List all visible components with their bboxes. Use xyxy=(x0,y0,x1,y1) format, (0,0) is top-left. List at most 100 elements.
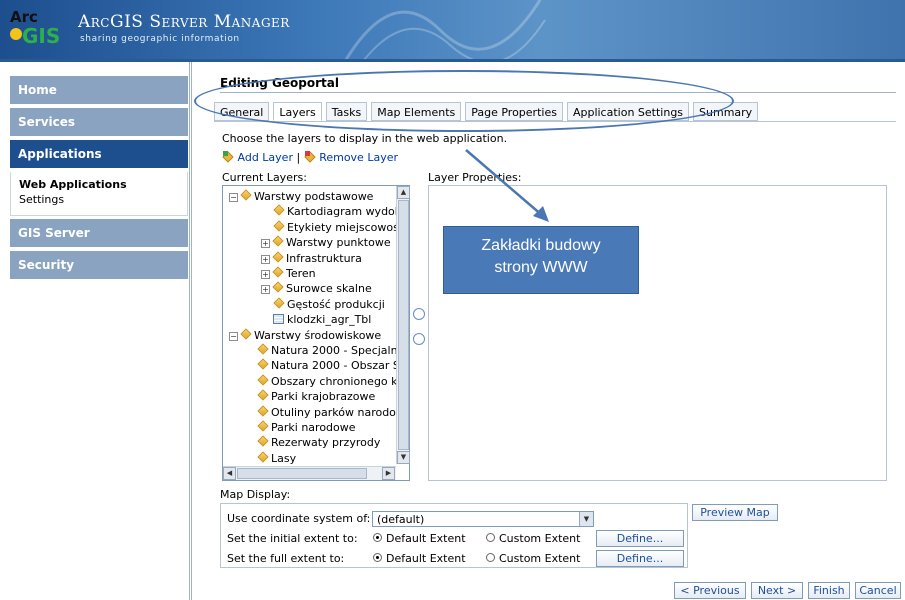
layer-tree-item[interactable]: + Warstwy punktowe xyxy=(261,235,391,252)
layer-icon xyxy=(272,281,284,294)
layer-icon xyxy=(240,327,252,340)
layer-tree-item[interactable]: + Infrastruktura xyxy=(261,250,362,268)
layer-tree-item[interactable]: Parki krajobrazowe xyxy=(257,389,375,406)
sidebar: Home Services Applications Web Applicati… xyxy=(0,62,192,600)
chevron-down-icon[interactable]: ▼ xyxy=(579,512,593,526)
hscroll-thumb[interactable] xyxy=(237,468,367,479)
layer-icon xyxy=(257,451,269,463)
full-default-extent-label: Default Extent xyxy=(386,552,466,565)
logo-gis-text: GIS xyxy=(22,24,61,48)
layer-icon xyxy=(273,297,285,309)
nav-security[interactable]: Security xyxy=(10,251,188,279)
cancel-button[interactable]: Cancel xyxy=(855,582,901,599)
layer-label: Etykiety miejscowoś xyxy=(287,220,399,234)
callout-box: Zakładki budowy strony WWW xyxy=(443,226,639,294)
layer-label: klodzki_agr_Tbl xyxy=(287,313,372,327)
layer-tree-item[interactable]: Natura 2000 - Obszar S xyxy=(257,358,400,375)
table-icon xyxy=(273,314,284,325)
initial-custom-extent-radio[interactable] xyxy=(486,533,495,542)
vscroll-thumb[interactable] xyxy=(398,200,409,450)
add-layer-icon xyxy=(222,151,234,163)
nav-services[interactable]: Services xyxy=(10,108,188,136)
previous-button[interactable]: < Previous xyxy=(674,582,746,599)
layer-icon xyxy=(272,266,284,278)
collapse-icon[interactable]: − xyxy=(229,193,238,202)
actions-separator: | xyxy=(296,151,301,164)
move-layer-down-icon[interactable] xyxy=(413,333,425,345)
layer-tree-item[interactable]: Natura 2000 - Specjalne xyxy=(257,343,404,360)
applications-submenu: Web Applications Settings xyxy=(10,172,188,216)
scroll-up-icon[interactable]: ▲ xyxy=(397,186,410,199)
remove-layer-icon xyxy=(303,151,316,163)
layer-label: Gęstość produkcji xyxy=(287,297,385,311)
layer-tree-item[interactable]: Etykiety miejscowoś xyxy=(273,220,399,237)
layer-tree-item[interactable]: Kartodiagram wydob xyxy=(273,204,402,221)
arcgis-logo: Arc GIS xyxy=(10,8,70,50)
next-button[interactable]: Next > xyxy=(751,582,803,599)
layer-label: Surowce skalne xyxy=(286,282,372,296)
layer-tree-hscrollbar[interactable]: ◀ ▶ xyxy=(223,466,396,480)
expand-icon[interactable]: + xyxy=(261,270,270,279)
nav-applications[interactable]: Applications xyxy=(10,140,188,168)
initial-custom-extent-label: Custom Extent xyxy=(499,532,581,545)
expand-icon[interactable]: + xyxy=(261,254,270,264)
initial-define-button[interactable]: Define... xyxy=(596,530,684,547)
layer-icon xyxy=(257,404,269,417)
layer-tree-item[interactable]: klodzki_agr_Tbl xyxy=(273,313,371,329)
finish-button[interactable]: Finish xyxy=(808,582,850,599)
layer-label: Otuliny parków narodow xyxy=(271,405,405,419)
initial-default-extent-label: Default Extent xyxy=(386,532,466,545)
coordinate-system-select[interactable]: (default) ▼ xyxy=(372,511,594,527)
layer-icon xyxy=(257,358,269,371)
nav-gis-server[interactable]: GIS Server xyxy=(10,219,188,247)
instructions-text: Choose the layers to display in the web … xyxy=(222,132,508,145)
nav-home[interactable]: Home xyxy=(10,76,188,104)
layer-label: Obszary chronionego kr xyxy=(271,374,403,388)
nav-settings[interactable]: Settings xyxy=(19,193,187,206)
full-default-extent-radio[interactable] xyxy=(373,553,382,562)
layer-label: Teren xyxy=(286,267,316,280)
layer-tree-item[interactable]: − Warstwy środowiskowe xyxy=(229,327,381,345)
product-tagline: sharing geographic information xyxy=(80,34,240,44)
layer-tree[interactable]: − Warstwy podstawowe Kartodiagram wydob Ety… xyxy=(222,185,410,481)
full-custom-extent-radio[interactable] xyxy=(486,553,495,562)
layer-tree-item[interactable]: + Surowce skalne xyxy=(261,281,372,298)
app-header: Arc GIS ArcGIS Server Manager sharing ge… xyxy=(0,0,905,62)
layer-icon xyxy=(257,389,269,401)
add-layer-link[interactable]: Add Layer xyxy=(238,151,293,164)
layer-icon xyxy=(257,343,269,355)
globe-icon xyxy=(10,28,22,40)
move-layer-up-icon[interactable] xyxy=(413,308,425,320)
layer-icon xyxy=(257,435,269,448)
full-extent-label: Set the full extent to: xyxy=(227,552,345,565)
product-title: ArcGIS Server Manager xyxy=(78,12,290,32)
callout-line2: strony WWW xyxy=(494,259,588,276)
preview-map-button[interactable]: Preview Map xyxy=(692,504,778,521)
layer-tree-item[interactable]: Otuliny parków narodow xyxy=(257,404,405,422)
callout-line1: Zakładki budowy xyxy=(481,237,601,254)
callout-highlight-ellipse xyxy=(194,70,734,132)
scroll-down-icon[interactable]: ▼ xyxy=(397,451,410,464)
scroll-right-icon[interactable]: ▶ xyxy=(382,467,395,480)
nav-web-applications[interactable]: Web Applications xyxy=(19,178,187,191)
layer-icon xyxy=(240,189,252,201)
layer-tree-item[interactable]: Obszary chronionego kr xyxy=(257,374,403,391)
layer-tree-vscrollbar[interactable]: ▲ ▼ xyxy=(396,186,410,464)
full-define-button[interactable]: Define... xyxy=(596,550,684,567)
initial-default-extent-radio[interactable] xyxy=(373,533,382,542)
layer-tree-item[interactable]: Parki narodowe xyxy=(257,420,356,437)
header-decoration xyxy=(344,0,546,59)
expand-icon[interactable]: + xyxy=(261,285,270,295)
layer-tree-item[interactable]: + Teren xyxy=(261,266,316,283)
coordinate-system-value: (default) xyxy=(377,513,425,526)
layer-tree-item[interactable]: Gęstość produkcji xyxy=(273,297,385,314)
layer-label: Infrastruktura xyxy=(286,251,362,265)
map-display-label: Map Display: xyxy=(220,488,291,501)
scroll-left-icon[interactable]: ◀ xyxy=(223,467,236,480)
layer-tree-item[interactable]: − Warstwy podstawowe xyxy=(229,189,373,206)
remove-layer-link[interactable]: Remove Layer xyxy=(319,151,398,164)
layer-label: Rezerwaty przyrody xyxy=(271,436,381,450)
expand-icon[interactable]: + xyxy=(261,239,270,249)
layer-tree-item[interactable]: Rezerwaty przyrody xyxy=(257,435,381,452)
collapse-icon[interactable]: − xyxy=(229,331,238,341)
